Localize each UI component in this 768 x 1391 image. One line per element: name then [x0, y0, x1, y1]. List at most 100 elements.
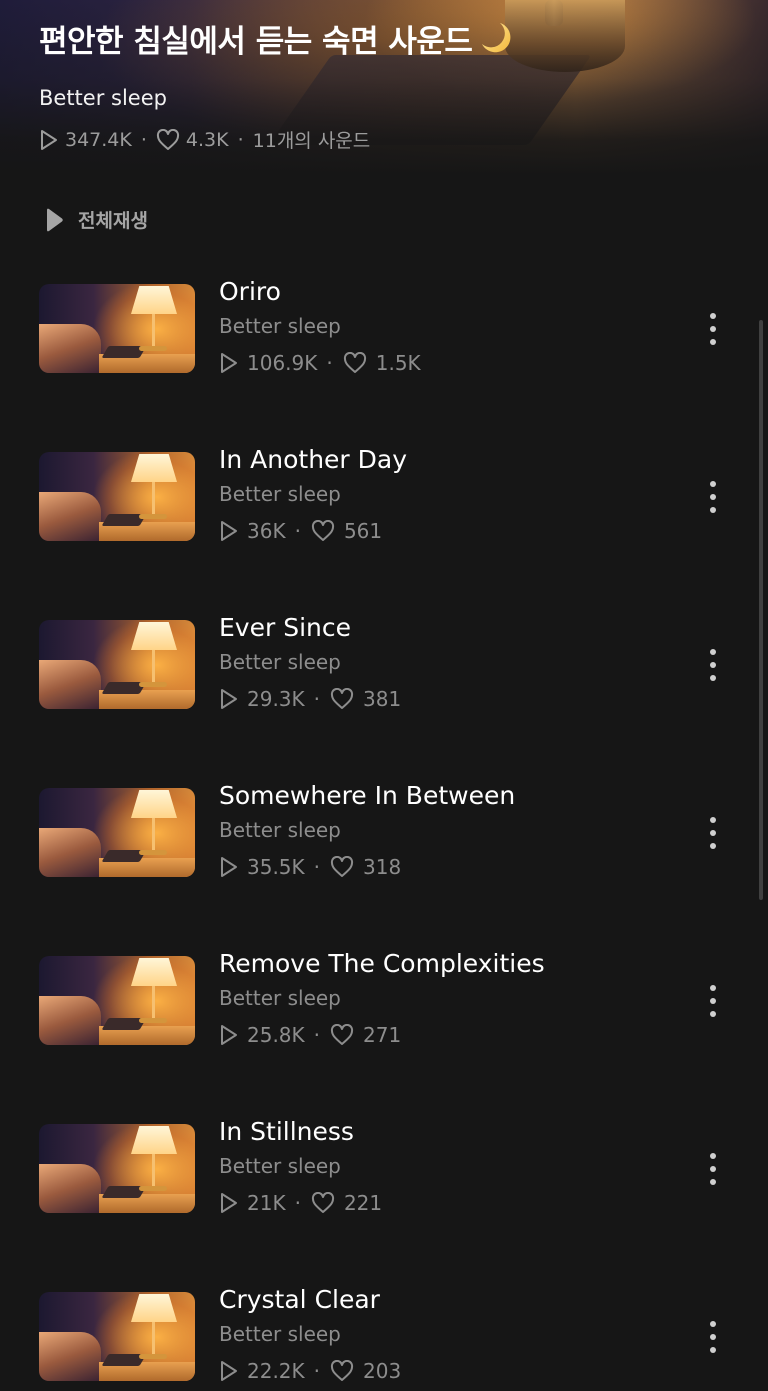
heart-icon [156, 128, 179, 150]
track-thumbnail[interactable] [39, 620, 195, 709]
play-all-button[interactable]: 전체재생 [44, 206, 148, 233]
stats-separator: · [294, 519, 301, 543]
playlist-header: 편안한 침실에서 듣는 숙면 사운드 Better sleep 347.4K ·… [39, 20, 748, 153]
playlist-like-count: 4.3K [185, 128, 229, 151]
track-title: Crystal Clear [219, 1285, 380, 1314]
track-artist: Better sleep [219, 314, 341, 338]
track-stats: 25.8K · 271 [219, 1022, 545, 1048]
track-like-count: 271 [363, 1023, 402, 1047]
track-stats: 21K · 221 [219, 1190, 382, 1216]
play-count-icon [221, 1193, 237, 1213]
scrollbar[interactable] [759, 320, 763, 900]
more-options-icon[interactable] [704, 1320, 722, 1354]
track-artist: Better sleep [219, 482, 341, 506]
heart-icon [330, 1360, 354, 1381]
track-row[interactable]: Remove The Complexities Better sleep 25.8K… [0, 936, 768, 1104]
track-stats: 29.3K · 381 [219, 686, 401, 712]
playlist-play-count: 347.4K [65, 128, 132, 151]
playlist-sound-count: 11개의 사운드 [252, 130, 371, 152]
track-play-count: 21K [247, 1191, 286, 1215]
stats-separator: · [313, 1359, 321, 1383]
track-play-count: 35.5K [247, 855, 305, 879]
heart-icon [330, 688, 354, 709]
track-info[interactable]: Somewhere In Between Better sleep 35.5K · 31… [219, 780, 515, 880]
track-artist: Better sleep [219, 650, 341, 674]
track-title: Oriro [219, 277, 281, 306]
track-row[interactable]: In Stillness Better sleep 21K · 221 [0, 1104, 768, 1272]
track-row[interactable]: Somewhere In Between Better sleep 35.5K · 31… [0, 768, 768, 936]
play-count-icon [41, 129, 57, 150]
track-like-count: 221 [343, 1191, 383, 1215]
track-stats: 36K · 561 [219, 518, 407, 544]
track-like-count: 203 [363, 1359, 402, 1383]
track-title: In Stillness [219, 1117, 354, 1146]
track-row[interactable]: In Another Day Better sleep 36K · 561 [0, 432, 768, 600]
track-play-count: 106.9K [247, 351, 318, 375]
more-options-icon[interactable] [704, 648, 722, 682]
track-thumbnail[interactable] [39, 452, 195, 541]
track-thumbnail[interactable] [39, 956, 195, 1045]
track-play-count: 22.2K [247, 1359, 305, 1383]
track-thumbnail[interactable] [39, 788, 195, 877]
heart-icon [343, 352, 366, 373]
track-artist: Better sleep [219, 818, 341, 842]
track-row[interactable]: Crystal Clear Better sleep 22.2K · 203 [0, 1272, 768, 1391]
track-stats: 22.2K · 203 [219, 1358, 401, 1384]
playlist-artist[interactable]: Better sleep [39, 86, 748, 110]
stats-separator: · [313, 1023, 321, 1047]
heart-icon [330, 856, 354, 877]
track-play-count: 25.8K [247, 1023, 305, 1047]
play-count-icon [221, 353, 237, 373]
more-options-icon[interactable] [704, 312, 722, 346]
more-options-icon[interactable] [704, 816, 722, 850]
more-options-icon[interactable] [704, 480, 722, 514]
track-stats: 35.5K · 318 [219, 854, 515, 880]
track-artist: Better sleep [219, 1154, 341, 1178]
track-artist: Better sleep [219, 986, 341, 1010]
play-count-icon [221, 1361, 237, 1381]
track-info[interactable]: Ever Since Better sleep 29.3K · 381 [219, 612, 401, 712]
playlist-title: 편안한 침실에서 듣는 숙면 사운드 [39, 20, 748, 68]
track-info[interactable]: In Stillness Better sleep 21K · 221 [219, 1116, 382, 1216]
track-like-count: 381 [363, 687, 402, 711]
track-play-count: 36K [247, 519, 286, 543]
play-count-icon [221, 1025, 237, 1045]
track-play-count: 29.3K [247, 687, 305, 711]
heart-icon [311, 520, 334, 541]
track-row[interactable]: Oriro Better sleep 106.9K · 1.5K [0, 264, 768, 432]
track-row[interactable]: Ever Since Better sleep 29.3K · 381 [0, 600, 768, 768]
more-options-icon[interactable] [704, 984, 722, 1018]
track-artist: Better sleep [219, 1322, 341, 1346]
playlist-title-text: 편안한 침실에서 듣는 숙면 사운드 [39, 24, 473, 60]
track-thumbnail[interactable] [39, 284, 195, 373]
track-thumbnail[interactable] [39, 1292, 195, 1381]
stats-separator: · [140, 128, 147, 151]
track-title: Ever Since [219, 613, 351, 642]
playlist-stats: 347.4K · 4.3K · 11개의 사운드 [39, 126, 748, 153]
track-title: In Another Day [219, 445, 408, 474]
play-icon [47, 208, 63, 231]
play-all-label: 전체재생 [78, 210, 148, 232]
track-stats: 106.9K · 1.5K [219, 350, 421, 376]
heart-icon [311, 1192, 334, 1213]
track-info[interactable]: Crystal Clear Better sleep 22.2K · 203 [219, 1284, 401, 1384]
stats-separator: · [313, 687, 321, 711]
play-count-icon [221, 857, 237, 877]
track-like-count: 318 [363, 855, 402, 879]
stats-separator: · [326, 351, 333, 375]
track-info[interactable]: Remove The Complexities Better sleep 25.8K… [219, 948, 545, 1048]
track-info[interactable]: In Another Day Better sleep 36K · 561 [219, 444, 407, 544]
track-thumbnail[interactable] [39, 1124, 195, 1213]
play-count-icon [221, 689, 237, 709]
track-like-count: 1.5K [375, 351, 421, 375]
stats-separator: · [294, 1191, 301, 1215]
play-count-icon [221, 521, 237, 541]
more-options-icon[interactable] [704, 1152, 722, 1186]
track-info[interactable]: Oriro Better sleep 106.9K · 1.5K [219, 276, 421, 376]
crescent-moon-icon [478, 20, 514, 68]
track-title: Somewhere In Between [219, 781, 516, 810]
stats-separator: · [313, 855, 321, 879]
track-title: Remove The Complexities [219, 949, 545, 978]
track-list: Oriro Better sleep 106.9K · 1.5K In Another D… [0, 264, 768, 1391]
track-like-count: 561 [343, 519, 383, 543]
